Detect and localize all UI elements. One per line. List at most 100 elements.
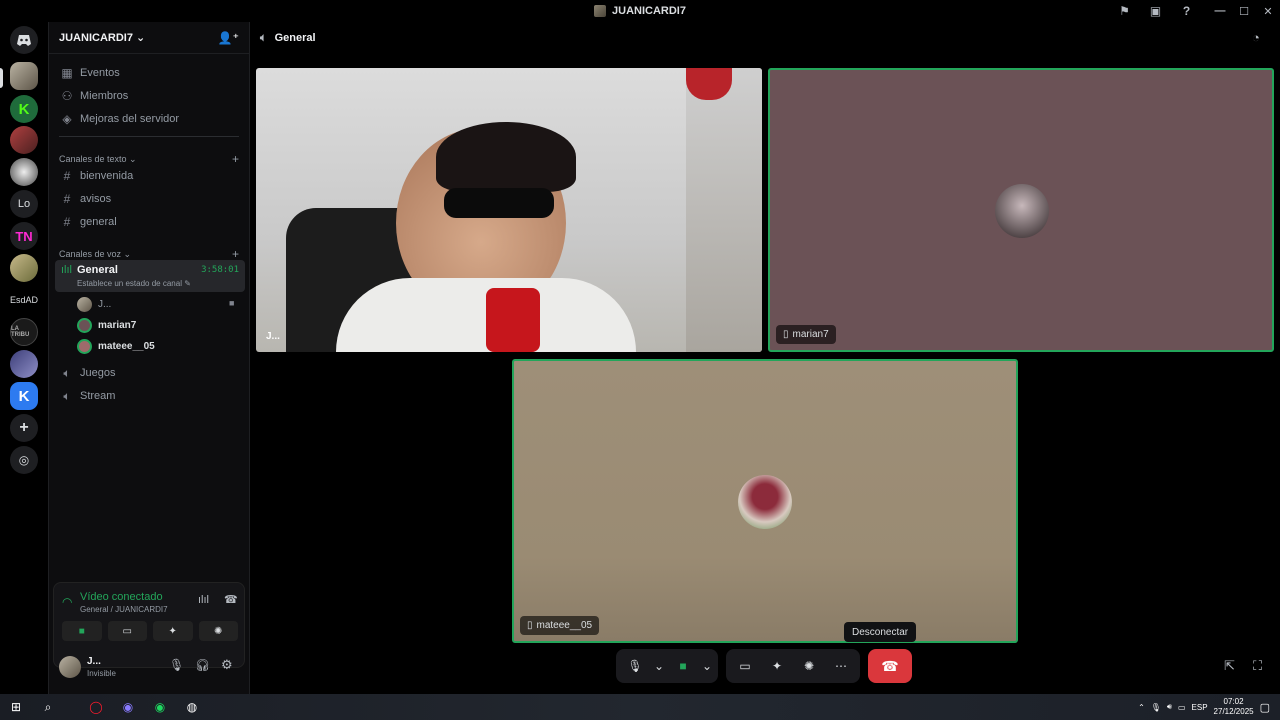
channel-stream[interactable]: 🔈︎ Stream xyxy=(55,385,245,407)
chevron-up-icon[interactable]: ⌃ xyxy=(1138,703,1145,712)
camera-icon: ■ xyxy=(229,298,235,308)
add-server-icon[interactable]: + xyxy=(10,414,38,442)
server-esdad-icon[interactable]: EsdAD xyxy=(9,286,39,314)
voice-location[interactable]: General / JUANICARDI7 xyxy=(80,605,168,614)
volume-icon[interactable]: 🔊︎ xyxy=(1167,702,1172,712)
server-red-icon[interactable] xyxy=(10,126,38,154)
call-timer: 3:58:01 xyxy=(201,265,239,275)
voice-status[interactable]: Vídeo conectado xyxy=(80,591,163,603)
speaker-icon: 🔈︎ xyxy=(260,31,267,44)
disconnect-button[interactable]: ☎ xyxy=(868,649,912,683)
video-tile-mateee[interactable]: ▯ mateee__05 xyxy=(512,359,1018,643)
video-tile-marian7[interactable]: ▯ marian7 xyxy=(768,68,1274,352)
server-anime-icon[interactable] xyxy=(10,350,38,378)
voice-user-j[interactable]: J... xyxy=(77,294,111,314)
server-kick-icon[interactable]: K xyxy=(10,95,38,123)
add-channel-icon[interactable]: + xyxy=(232,247,239,261)
calendar-icon: ▦ xyxy=(61,66,73,80)
guild-header[interactable]: JUANICARDI7 ⌄ 👤⁺ xyxy=(49,22,249,54)
windows-start-icon[interactable]: ⊞ xyxy=(0,694,32,720)
sidebar-item-eventos[interactable]: ▦ Eventos xyxy=(55,62,245,84)
maximize-button[interactable]: ☐ xyxy=(1232,0,1256,22)
voice-channel-general[interactable]: ılıl General 3:58:01 Establece un estado… xyxy=(55,260,245,292)
flag-icon[interactable]: ⚑ xyxy=(1109,0,1140,22)
user-panel: J... Invisible 🎙︎ 🎧︎ ⚙ xyxy=(53,650,245,690)
app-icon[interactable]: ◍ xyxy=(176,694,208,720)
mic-icon[interactable]: 🎙︎ xyxy=(169,658,184,672)
discover-icon[interactable]: ◎ xyxy=(10,446,38,474)
inbox-icon[interactable]: ▣ xyxy=(1140,0,1171,22)
activities-button[interactable]: ✦ xyxy=(153,621,193,641)
window-avatar-icon xyxy=(594,5,607,17)
camera-button[interactable]: ■ xyxy=(62,621,102,641)
speaker-icon: 🔈︎ xyxy=(63,365,71,380)
chevron-down-icon[interactable]: ⌄ xyxy=(700,652,714,680)
avatar xyxy=(995,184,1049,238)
notification-icon[interactable]: ▢ xyxy=(1260,701,1270,714)
channel-avisos[interactable]: # avisos xyxy=(55,188,245,210)
server-tribu-icon[interactable]: LA TRIBU xyxy=(10,318,38,346)
phone-icon: ▯ xyxy=(527,620,533,631)
boost-icon: ◈ xyxy=(62,112,72,126)
spotify-icon[interactable]: ◉ xyxy=(144,694,176,720)
screen-share-button[interactable]: ▭ xyxy=(107,621,147,641)
mic-icon[interactable]: 🎙︎ xyxy=(620,652,650,680)
minimize-button[interactable]: — xyxy=(1208,0,1232,22)
channel-header: 🔈︎ General xyxy=(250,22,1280,54)
screen-share-icon[interactable]: ▭ xyxy=(730,652,760,680)
user-name[interactable]: J... xyxy=(87,656,101,667)
disconnect-small-icon[interactable]: ☎ xyxy=(224,593,238,606)
server-lo-icon[interactable]: Lo xyxy=(10,190,38,218)
avatar xyxy=(77,317,92,333)
invite-icon[interactable]: 👤⁺ xyxy=(218,31,239,45)
mic-tray-icon[interactable]: 🎙︎ xyxy=(1151,703,1161,712)
popout-icon[interactable]: ⇱ xyxy=(1224,658,1235,674)
soundboard-icon[interactable]: ✺ xyxy=(794,652,824,680)
server-k-blue-icon[interactable]: K xyxy=(10,382,38,410)
wall xyxy=(686,68,762,352)
avatar[interactable] xyxy=(59,656,81,678)
sidebar-item-mejoras[interactable]: ◈ Mejoras del servidor xyxy=(55,108,245,130)
opera-icon[interactable]: ◯ xyxy=(80,694,112,720)
channel-general-text[interactable]: # general xyxy=(55,211,245,233)
avatar xyxy=(738,475,792,529)
network-icon[interactable]: ▭ xyxy=(1178,703,1186,712)
add-channel-icon[interactable]: + xyxy=(232,152,239,166)
clock[interactable]: 07:02 27/12/2025 xyxy=(1214,697,1254,717)
voice-user-marian7[interactable]: marian7 xyxy=(77,315,136,335)
server-tn-icon[interactable]: TN xyxy=(10,222,38,250)
fullscreen-icon[interactable]: ⛶ xyxy=(1253,658,1262,674)
search-icon[interactable]: ⌕ xyxy=(32,694,64,720)
camera-icon[interactable]: ■ xyxy=(668,652,698,680)
voice-active-icon: ılıl xyxy=(61,264,72,276)
server-landscape-icon[interactable] xyxy=(10,254,38,282)
settings-gear-icon[interactable]: ⚙ xyxy=(221,657,233,673)
channel-juegos[interactable]: 🔈︎ Juegos xyxy=(55,362,245,384)
video-tile-juan[interactable]: J... xyxy=(256,68,762,352)
discord-taskbar-icon[interactable]: ◉ xyxy=(112,694,144,720)
category-voice[interactable]: Canales de voz ⌄ + xyxy=(59,247,239,261)
signal-icon: ◠ xyxy=(62,595,73,609)
server-juanicardi7-icon[interactable] xyxy=(10,62,38,90)
server-bw-icon[interactable] xyxy=(10,158,38,186)
more-icon[interactable]: ⋯ xyxy=(826,652,856,680)
soundboard-button[interactable]: ✺ xyxy=(198,621,238,641)
close-button[interactable]: ✕ xyxy=(1256,0,1280,22)
sunglasses xyxy=(444,188,554,218)
mic-group: 🎙︎ ⌄ ■ ⌄ xyxy=(616,649,718,683)
activities-icon[interactable]: ✦ xyxy=(762,652,792,680)
noise-suppression-icon[interactable]: ılıl xyxy=(198,594,209,606)
language-indicator[interactable]: ESP xyxy=(1192,703,1208,712)
sidebar-item-miembros[interactable]: ⚇ Miembros xyxy=(55,85,245,107)
discord-home-icon[interactable] xyxy=(10,26,38,54)
category-text[interactable]: Canales de texto ⌄ + xyxy=(59,152,239,166)
help-icon[interactable]: ? xyxy=(1171,0,1202,22)
chat-bubble-icon[interactable]: ◔ xyxy=(1252,30,1260,45)
channel-status[interactable]: Establece un estado de canal ✎ xyxy=(77,279,191,288)
channel-bienvenida[interactable]: # bienvenida xyxy=(55,165,245,187)
system-tray: ⌃ 🎙︎ 🔊︎ ▭ ESP 07:02 27/12/2025 ▢ xyxy=(1138,694,1280,720)
channel-sidebar: JUANICARDI7 ⌄ 👤⁺ ▦ Eventos ⚇ Miembros ◈ Mej… xyxy=(48,22,250,694)
headphones-icon[interactable]: 🎧︎ xyxy=(195,658,210,672)
chevron-down-icon[interactable]: ⌄ xyxy=(652,652,666,680)
voice-user-mateee[interactable]: mateee__05 xyxy=(77,336,155,356)
